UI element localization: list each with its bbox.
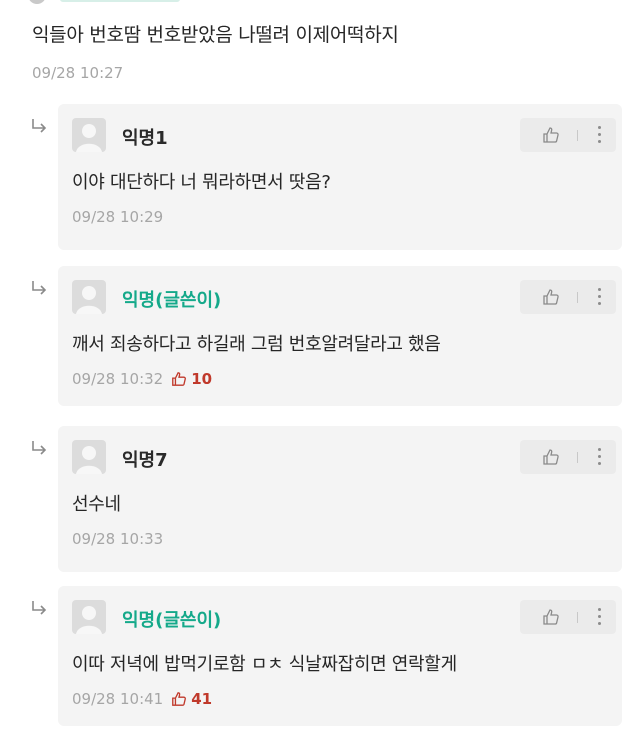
thumbs-up-icon — [172, 372, 187, 386]
reply-arrow-icon — [30, 440, 48, 456]
more-vertical-icon[interactable] — [598, 126, 602, 144]
reply-item: 익명(글쓴이) 이따 저녁에 밥먹기로함 ㅁㅊ 식날짜잡히면 연락할게 09/2… — [0, 586, 640, 726]
comment-meta: 09/28 10:41 41 — [72, 690, 212, 708]
comment-actions — [520, 280, 616, 314]
comment-actions — [520, 118, 616, 152]
comment-author: 익명7 — [122, 450, 168, 471]
reply-arrow-icon — [30, 118, 48, 134]
comment-text: 이따 저녁에 밥먹기로함 ㅁㅊ 식날짜잡히면 연락할게 — [72, 654, 457, 675]
comment-author-op: 익명(글쓴이) — [122, 290, 222, 311]
comment-text: 선수네 — [72, 494, 121, 515]
default-avatar-icon[interactable] — [72, 440, 106, 474]
comment-actions — [520, 600, 616, 634]
comment-time: 09/28 10:41 — [72, 690, 164, 708]
reply-card: 익명1 이야 대단하다 너 뭐라하면서 땃음? 09/28 10:29 — [58, 104, 622, 250]
comment-text: 이야 대단하다 너 뭐라하면서 땃음? — [72, 172, 331, 193]
default-avatar-icon[interactable] — [72, 280, 106, 314]
parent-comment-text: 익들아 번호땀 번호받았음 나떨려 이제어떡하지 — [32, 24, 399, 46]
reply-card: 익명(글쓴이) 이따 저녁에 밥먹기로함 ㅁㅊ 식날짜잡히면 연락할게 09/2… — [58, 586, 622, 726]
cropped-avatar-edge — [28, 0, 46, 4]
comment-time: 09/28 10:29 — [72, 208, 164, 226]
more-vertical-icon[interactable] — [598, 448, 602, 466]
actions-divider — [577, 130, 578, 141]
reply-item: 익명(글쓴이) 깨서 죄송하다고 하길래 그럼 번호알려달라고 했음 09/28… — [0, 266, 640, 406]
reply-card: 익명(글쓴이) 깨서 죄송하다고 하길래 그럼 번호알려달라고 했음 09/28… — [58, 266, 622, 406]
like-count-value: 10 — [191, 370, 213, 388]
comment-text: 깨서 죄송하다고 하길래 그럼 번호알려달라고 했음 — [72, 334, 441, 355]
actions-divider — [577, 612, 578, 623]
reply-item: 익명7 선수네 09/28 10:33 — [0, 426, 640, 572]
comment-author-op: 익명(글쓴이) — [122, 610, 222, 631]
comment-meta: 09/28 10:32 10 — [72, 370, 212, 388]
comment-time: 09/28 10:33 — [72, 530, 164, 548]
thumbs-up-icon[interactable] — [542, 448, 560, 466]
actions-divider — [577, 452, 578, 463]
comment-meta: 09/28 10:33 — [72, 530, 163, 548]
comment-actions — [520, 440, 616, 474]
reply-card: 익명7 선수네 09/28 10:33 — [58, 426, 622, 572]
parent-comment-time: 09/28 10:27 — [32, 64, 124, 82]
thumbs-up-icon[interactable] — [542, 288, 560, 306]
more-vertical-icon[interactable] — [598, 288, 602, 306]
default-avatar-icon[interactable] — [72, 600, 106, 634]
like-count-value: 41 — [191, 690, 213, 708]
actions-divider — [577, 292, 578, 303]
reply-item: 익명1 이야 대단하다 너 뭐라하면서 땃음? 09/28 10:29 — [0, 104, 640, 250]
thumbs-up-icon[interactable] — [542, 608, 560, 626]
like-count: 10 — [171, 370, 212, 388]
comment-time: 09/28 10:32 — [72, 370, 164, 388]
comment-author: 익명1 — [122, 128, 168, 149]
thumbs-up-icon[interactable] — [542, 126, 560, 144]
more-vertical-icon[interactable] — [598, 608, 602, 626]
thumbs-up-icon — [172, 692, 187, 706]
like-count: 41 — [171, 690, 212, 708]
comment-meta: 09/28 10:29 — [72, 208, 163, 226]
default-avatar-icon[interactable] — [72, 118, 106, 152]
reply-arrow-icon — [30, 280, 48, 296]
cropped-author-edge — [60, 0, 180, 2]
reply-arrow-icon — [30, 600, 48, 616]
